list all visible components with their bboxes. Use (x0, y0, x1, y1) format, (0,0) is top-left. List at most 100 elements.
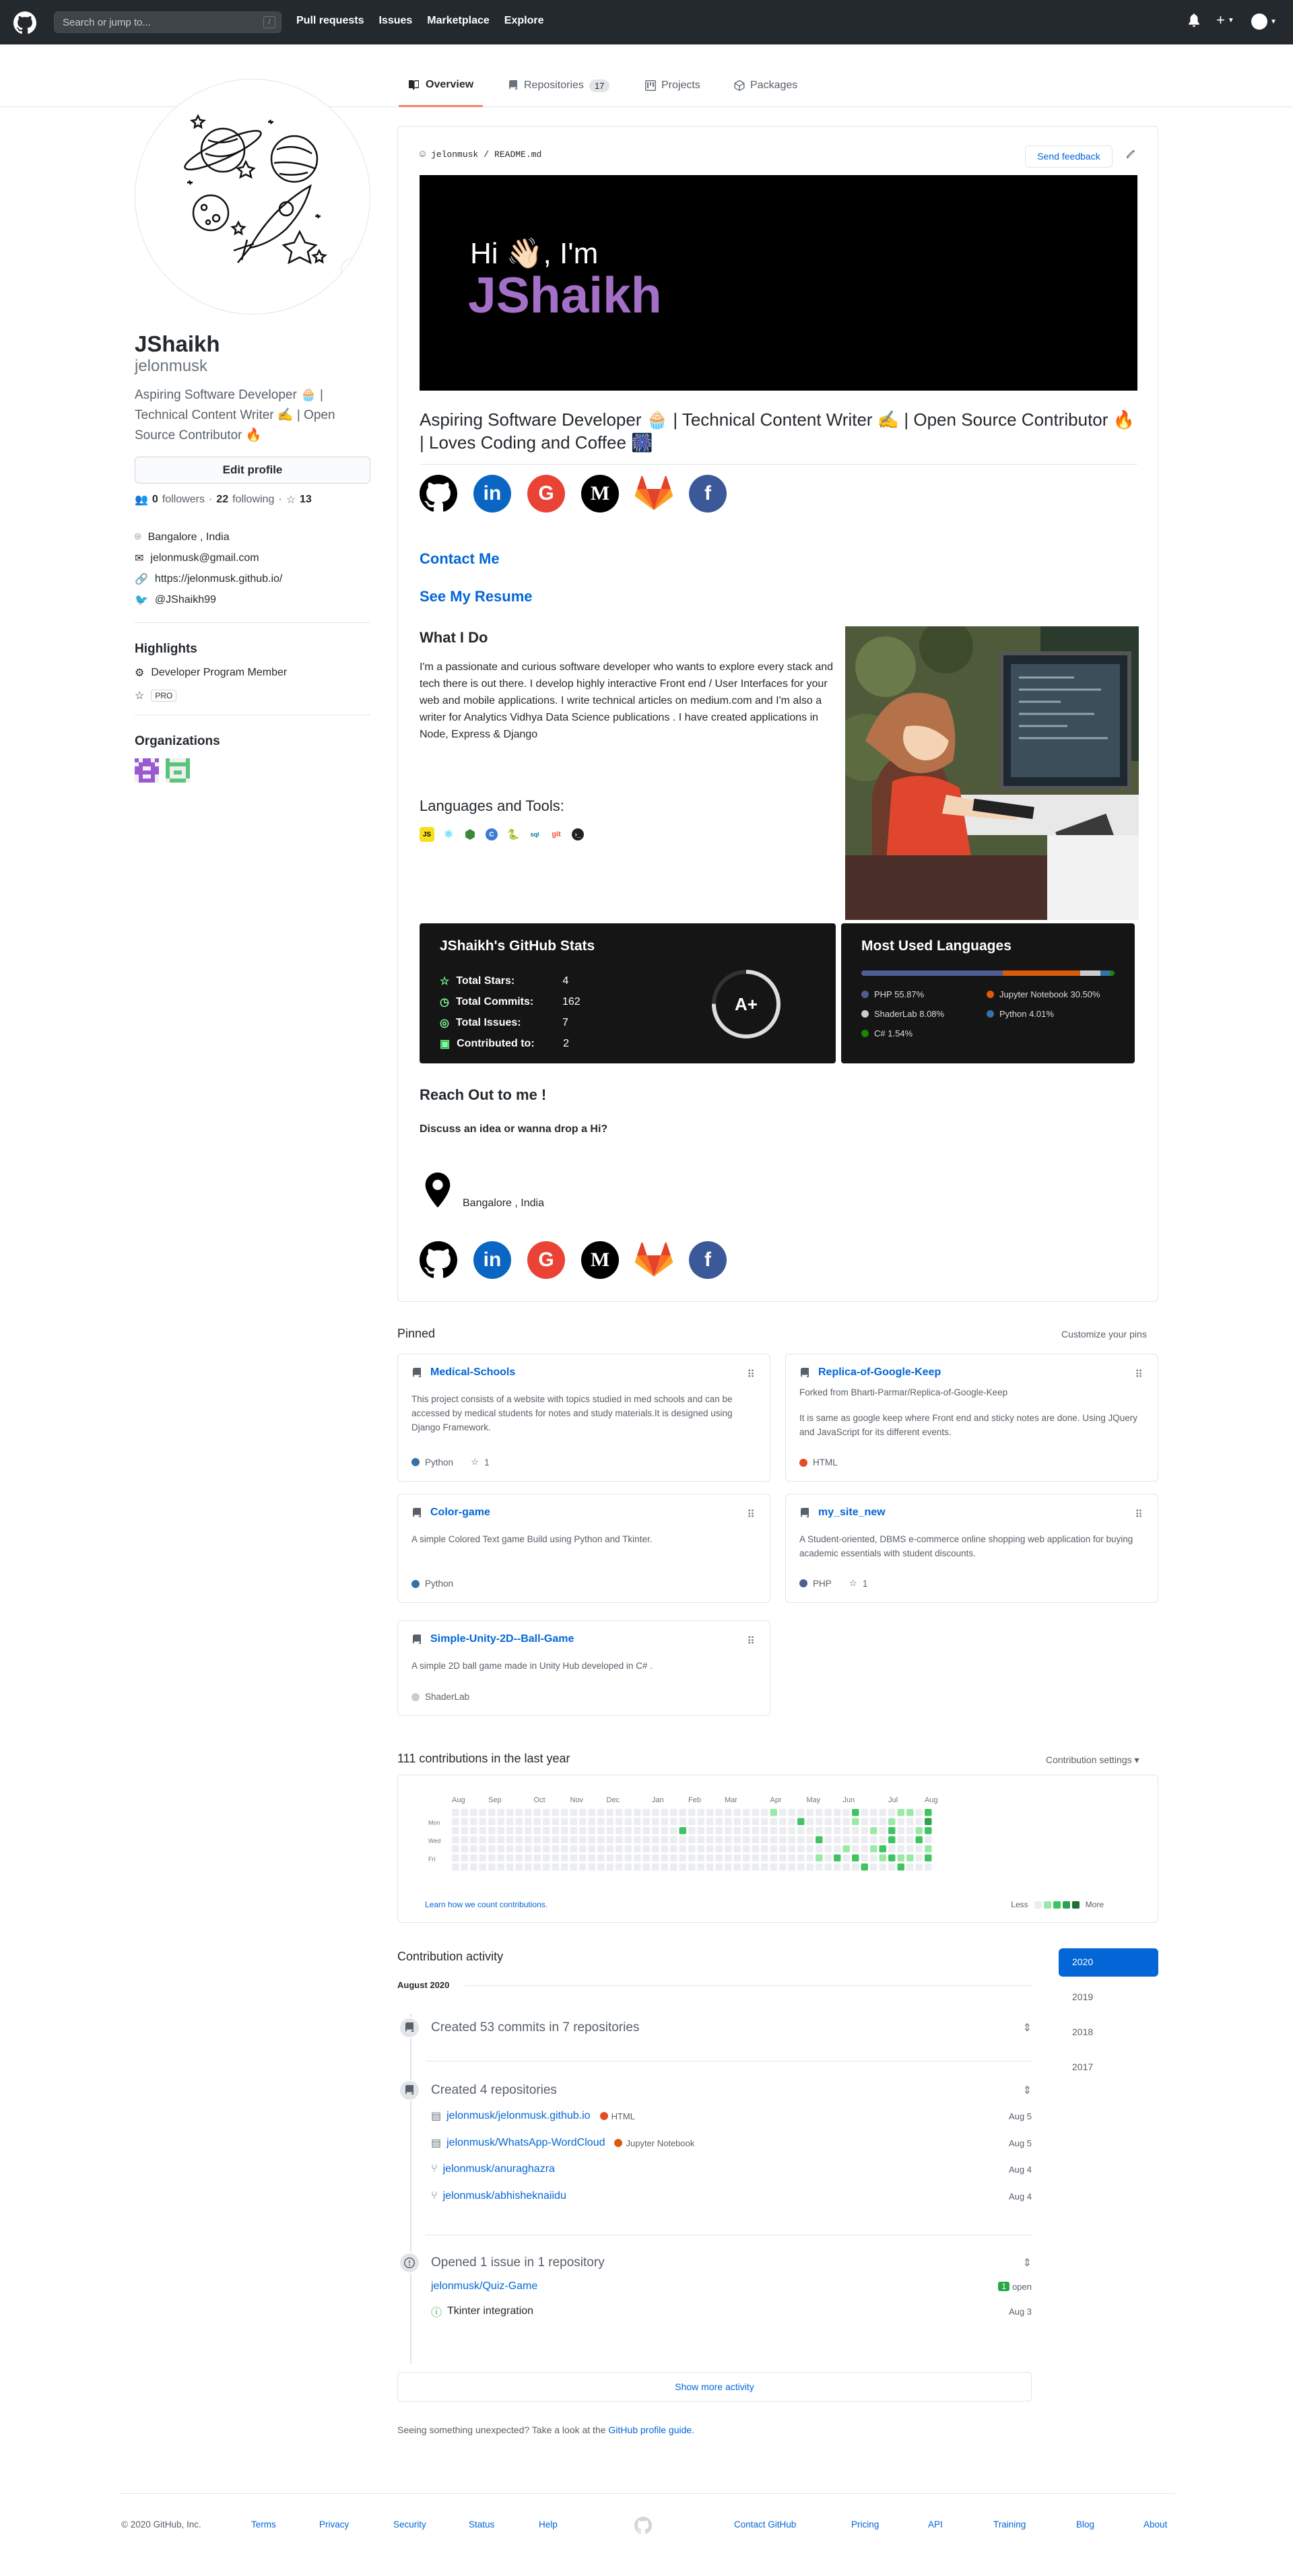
created-repo-link[interactable]: jelonmusk/abhisheknaiidu (443, 2190, 566, 2202)
contribution-day[interactable] (715, 1827, 723, 1835)
contribution-day[interactable] (770, 1863, 778, 1871)
contribution-day[interactable] (515, 1809, 523, 1816)
contribution-day[interactable] (697, 1854, 705, 1862)
contribution-day[interactable] (761, 1818, 768, 1826)
following-label[interactable]: following (232, 494, 274, 506)
contribution-day[interactable] (852, 1836, 859, 1844)
contribution-day[interactable] (824, 1809, 832, 1816)
contribution-day[interactable] (906, 1818, 914, 1826)
contribution-day[interactable] (752, 1836, 760, 1844)
contribution-day[interactable] (870, 1863, 877, 1871)
contribution-day[interactable] (679, 1809, 687, 1816)
contribution-day[interactable] (670, 1836, 677, 1844)
footer-link[interactable]: Pricing (851, 2519, 879, 2530)
contribution-day[interactable] (570, 1845, 578, 1853)
contribution-day[interactable] (870, 1854, 877, 1862)
contribution-day[interactable] (552, 1836, 560, 1844)
contribution-day[interactable] (806, 1863, 814, 1871)
contribution-day[interactable] (533, 1827, 541, 1835)
footer-link[interactable]: API (928, 2519, 943, 2530)
year-link[interactable]: 2019 (1059, 1983, 1158, 2012)
contribution-day[interactable] (652, 1854, 659, 1862)
contribution-day[interactable] (616, 1827, 623, 1835)
contribution-day[interactable] (634, 1863, 641, 1871)
contribution-day[interactable] (606, 1854, 614, 1862)
contribution-day[interactable] (761, 1809, 768, 1816)
contribution-day[interactable] (525, 1836, 532, 1844)
contribution-day[interactable] (506, 1827, 514, 1835)
contribution-day[interactable] (806, 1809, 814, 1816)
see-resume-link[interactable]: See My Resume (420, 588, 533, 605)
contribution-day[interactable] (852, 1854, 859, 1862)
linkedin-icon[interactable]: in (473, 1241, 511, 1279)
contribution-day[interactable] (679, 1827, 687, 1835)
contribution-day[interactable] (752, 1854, 760, 1862)
contribution-day[interactable] (497, 1863, 505, 1871)
contribution-day[interactable] (661, 1809, 669, 1816)
footer-link[interactable]: Blog (1076, 2519, 1094, 2530)
bell-icon[interactable] (1188, 13, 1200, 27)
contribution-day[interactable] (616, 1836, 623, 1844)
contribution-day[interactable] (579, 1827, 587, 1835)
contribution-day[interactable] (642, 1809, 651, 1816)
contribution-day[interactable] (642, 1863, 651, 1871)
footer-link[interactable]: Training (993, 2519, 1026, 2530)
contribution-day[interactable] (606, 1836, 614, 1844)
contribution-day[interactable] (652, 1818, 659, 1826)
contribution-day[interactable] (897, 1863, 905, 1871)
contribution-day[interactable] (761, 1827, 768, 1835)
contribution-day[interactable] (816, 1818, 823, 1826)
contribution-day[interactable] (679, 1854, 687, 1862)
contribution-day[interactable] (806, 1854, 814, 1862)
contribution-day[interactable] (470, 1818, 477, 1826)
contribution-day[interactable] (897, 1827, 905, 1835)
contribution-day[interactable] (733, 1854, 741, 1862)
contribution-day[interactable] (897, 1818, 905, 1826)
contribution-day[interactable] (597, 1818, 605, 1826)
contribution-day[interactable] (770, 1845, 778, 1853)
contribution-day[interactable] (470, 1836, 477, 1844)
contribution-day[interactable] (634, 1836, 641, 1844)
contribution-day[interactable] (770, 1854, 778, 1862)
contribution-day[interactable] (670, 1854, 677, 1862)
contribution-day[interactable] (461, 1836, 469, 1844)
contribution-day[interactable] (561, 1854, 568, 1862)
contribution-day[interactable] (588, 1845, 596, 1853)
contribution-day[interactable] (606, 1845, 614, 1853)
contribution-day[interactable] (533, 1854, 541, 1862)
contribution-day[interactable] (915, 1827, 923, 1835)
contribution-day[interactable] (706, 1809, 714, 1816)
gitlab-icon[interactable] (635, 1241, 673, 1279)
contribution-day[interactable] (506, 1836, 514, 1844)
contribution-day[interactable] (788, 1863, 796, 1871)
contribution-day[interactable] (470, 1863, 477, 1871)
contribution-day[interactable] (733, 1836, 741, 1844)
contribution-day[interactable] (661, 1827, 669, 1835)
contribution-day[interactable] (870, 1845, 877, 1853)
contribution-day[interactable] (697, 1863, 705, 1871)
twitter-link[interactable]: @JShaikh99 (155, 594, 216, 606)
contribution-day[interactable] (552, 1845, 560, 1853)
contribution-day[interactable] (688, 1827, 696, 1835)
contribution-day[interactable] (733, 1845, 741, 1853)
contribution-day[interactable] (652, 1845, 659, 1853)
google-icon[interactable]: G (527, 475, 565, 513)
contribution-day[interactable] (597, 1863, 605, 1871)
linkedin-icon[interactable]: in (473, 475, 511, 513)
contribution-day[interactable] (897, 1809, 905, 1816)
contribution-day[interactable] (452, 1809, 459, 1816)
contribution-day[interactable] (634, 1854, 641, 1862)
contribution-day[interactable] (606, 1863, 614, 1871)
contribution-day[interactable] (688, 1854, 696, 1862)
pinned-repo-link[interactable]: my_site_new (818, 1507, 886, 1519)
contribution-day[interactable] (479, 1809, 487, 1816)
commits-summary[interactable]: Created 53 commits in 7 repositories (431, 2020, 639, 2035)
contribution-settings-dropdown[interactable]: Contribution settings ▾ (1046, 1754, 1139, 1766)
contribution-day[interactable] (779, 1836, 787, 1844)
contribution-day[interactable] (906, 1845, 914, 1853)
contribution-day[interactable] (816, 1854, 823, 1862)
contribution-day[interactable] (715, 1836, 723, 1844)
contribution-day[interactable] (606, 1809, 614, 1816)
contribution-day[interactable] (661, 1845, 669, 1853)
contribution-day[interactable] (616, 1809, 623, 1816)
